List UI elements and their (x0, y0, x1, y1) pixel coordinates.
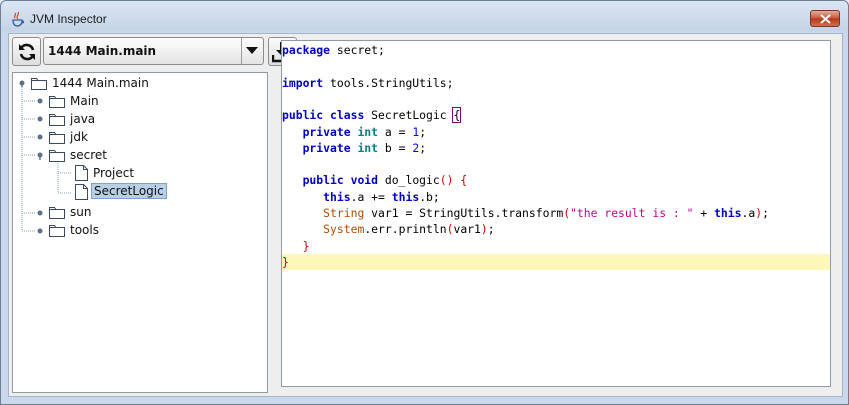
code-line: private int a = 1; (302, 124, 427, 139)
folder-open-icon (49, 150, 65, 162)
tree-item-label: Main (70, 94, 99, 108)
tree-item-label: jdk (70, 130, 88, 144)
code-line: System.err.println(var1); (323, 222, 495, 237)
refresh-icon (19, 43, 35, 61)
close-button[interactable] (810, 10, 840, 27)
chevron-down-icon (246, 47, 258, 54)
code-line: import tools.StringUtils; (282, 75, 454, 90)
tree-item-label: SecretLogic (91, 183, 167, 199)
code-line: package secret; (282, 43, 385, 57)
jvm-inspector-window: JVM Inspector 1444 Main.main 1444 Main.m… (0, 0, 849, 405)
code-line: this.a += this.b; (323, 189, 440, 204)
process-select-value: 1444 Main.main (48, 44, 157, 58)
code-line: private int b = 2; (302, 140, 427, 155)
tree-item-label: secret (70, 148, 107, 162)
file-icon (75, 165, 88, 181)
tree-item-label: java (70, 112, 96, 126)
close-icon (820, 14, 831, 24)
folder-icon (31, 78, 47, 90)
title-bar[interactable]: JVM Inspector (1, 1, 848, 35)
refresh-button[interactable] (12, 37, 41, 66)
code-line: } (282, 253, 830, 270)
java-app-icon (12, 11, 25, 27)
folder-icon (49, 225, 65, 237)
code-line: } (302, 238, 310, 253)
folder-icon (49, 132, 65, 144)
class-tree[interactable]: 1444 Main.main Main java jdk secret Proj… (12, 72, 268, 393)
tree-item-label: tools (70, 223, 99, 237)
tree-root-label: 1444 Main.main (52, 76, 149, 90)
process-select[interactable]: 1444 Main.main (43, 37, 264, 65)
folder-icon (49, 96, 65, 108)
code-line: String var1 = StringUtils.transform("the… (323, 206, 769, 220)
code-line: public class SecretLogic { (282, 107, 462, 124)
folder-icon (49, 114, 65, 126)
window-title: JVM Inspector (30, 12, 107, 26)
main-content: 1444 Main.main 1444 Main.main Main java … (8, 33, 843, 397)
dropdown-arrow-button[interactable] (241, 38, 263, 64)
tree-item-label: sun (70, 205, 92, 219)
folder-icon (49, 207, 65, 219)
tree-item-label: Project (93, 166, 135, 180)
code-editor[interactable]: package secret; import tools.StringUtils;… (281, 40, 831, 387)
code-line: public void do_logic() { (302, 173, 468, 188)
file-icon (75, 184, 88, 200)
